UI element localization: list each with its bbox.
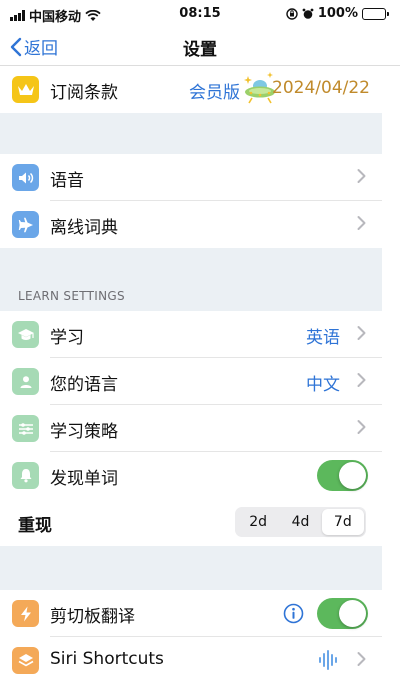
subscription-label: 订阅条款 xyxy=(50,83,118,103)
chevron-right-icon xyxy=(357,652,366,666)
battery-percent: 100% xyxy=(317,6,358,21)
study-label: 学习 xyxy=(50,328,84,348)
voice-label: 语音 xyxy=(50,171,84,191)
orientation-lock-icon xyxy=(286,7,298,20)
battery-icon xyxy=(362,7,389,20)
siri-shortcuts-row[interactable]: Siri Shortcuts xyxy=(0,637,382,676)
airplane-icon xyxy=(12,211,39,238)
crown-icon xyxy=(12,76,39,103)
reappear-option-4d[interactable]: 4d xyxy=(279,509,321,535)
info-icon[interactable] xyxy=(283,603,304,624)
discover-words-row: 发现单词 xyxy=(0,452,382,499)
layers-icon xyxy=(12,647,39,674)
chevron-right-icon xyxy=(357,420,366,434)
reappear-label: 重现 xyxy=(18,516,52,536)
your-language-value: 中文 xyxy=(306,375,340,395)
navigation-bar: 返回 设置 xyxy=(0,28,400,66)
sliders-icon xyxy=(12,415,39,442)
membership-tag: 会员版 xyxy=(189,83,240,103)
discover-words-label: 发现单词 xyxy=(50,469,118,489)
voice-row[interactable]: 语音 xyxy=(0,154,382,201)
reappear-segmented-control[interactable]: 2d 4d 7d xyxy=(235,507,366,537)
speaker-icon xyxy=(12,164,39,191)
your-language-row[interactable]: 您的语言 中文 xyxy=(0,358,382,405)
clipboard-translate-label: 剪切板翻译 xyxy=(50,607,135,627)
clipboard-translate-row: 剪切板翻译 xyxy=(0,590,382,637)
subscription-row[interactable]: 订阅条款 会员版 2024/04/22 xyxy=(0,66,382,113)
person-icon xyxy=(12,368,39,395)
reappear-option-7d[interactable]: 7d xyxy=(321,509,364,535)
your-language-label: 您的语言 xyxy=(50,375,118,395)
alarm-icon xyxy=(302,8,314,19)
subscription-date: 2024/04/22 xyxy=(272,78,370,98)
lightning-icon xyxy=(12,600,39,627)
waveform-icon xyxy=(319,650,337,670)
section-gap xyxy=(0,113,382,154)
bell-icon xyxy=(12,462,39,489)
graduation-cap-icon xyxy=(12,321,39,348)
chevron-right-icon xyxy=(357,216,366,230)
learn-settings-header: LEARN SETTINGS xyxy=(18,289,125,303)
status-bar: 中国移动 08:15 100% xyxy=(0,0,400,28)
strategy-row[interactable]: 学习策略 xyxy=(0,405,382,452)
strategy-label: 学习策略 xyxy=(50,422,118,442)
status-right: 100% xyxy=(286,6,389,21)
chevron-right-icon xyxy=(357,169,366,183)
clipboard-translate-toggle[interactable] xyxy=(317,598,368,629)
study-value: 英语 xyxy=(306,328,340,348)
section-gap xyxy=(0,546,382,590)
chevron-right-icon xyxy=(357,326,366,340)
chevron-right-icon xyxy=(357,373,366,387)
offline-dictionary-row[interactable]: 离线词典 xyxy=(0,201,382,248)
study-row[interactable]: 学习 英语 xyxy=(0,311,382,358)
discover-words-toggle[interactable] xyxy=(317,460,368,491)
reappear-row: 重现 2d 4d 7d xyxy=(0,499,382,546)
offline-dictionary-label: 离线词典 xyxy=(50,218,118,238)
reappear-option-2d[interactable]: 2d xyxy=(237,509,279,535)
page-title: 设置 xyxy=(183,40,217,60)
siri-shortcuts-label: Siri Shortcuts xyxy=(50,649,164,669)
